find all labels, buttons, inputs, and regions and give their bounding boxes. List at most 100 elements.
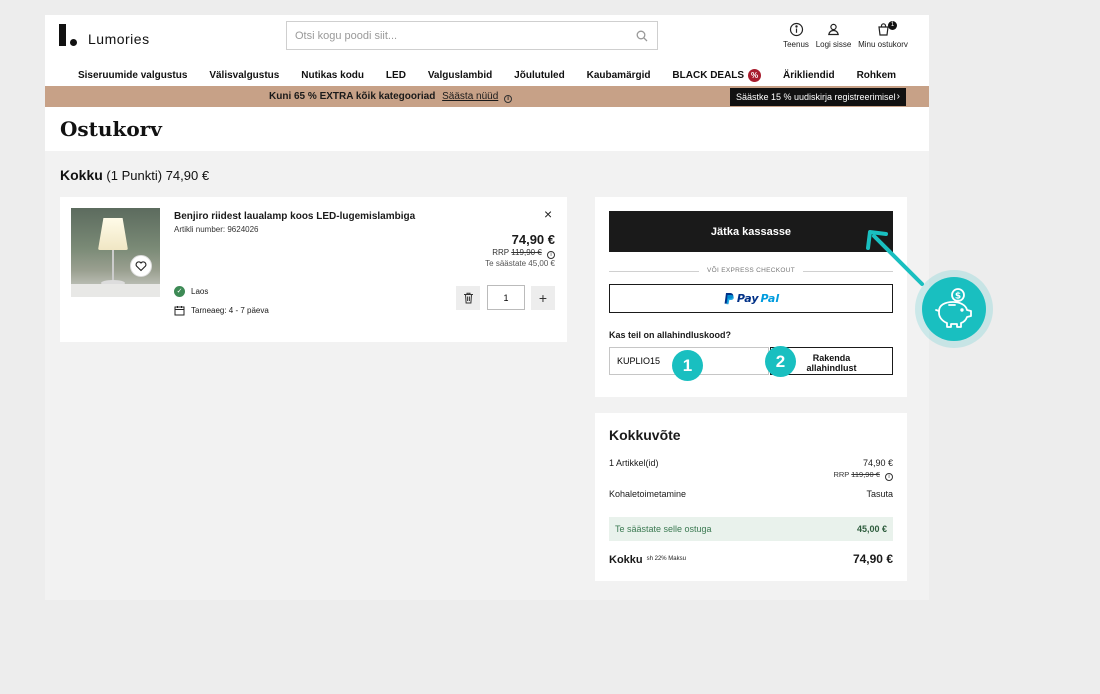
summary-total-label: Kokku (609, 554, 643, 566)
nav-item-black-deals[interactable]: BLACK DEALS% (672, 69, 762, 82)
page-container: Lumories Teenus Logi sisse 1 Minu o (45, 15, 929, 600)
step-2-badge: 2 (765, 346, 796, 377)
summary-total-label-group: Kokku sh 22% Maksu (609, 554, 686, 566)
product-rrp: RRP 119,90 € i (492, 248, 555, 259)
summary-rrp: RRP 119,90 € i (833, 470, 893, 481)
wishlist-button[interactable] (130, 255, 152, 277)
search-input[interactable] (287, 22, 617, 49)
percent-badge-icon: % (748, 69, 762, 82)
summary-shipping-row: Kohaletoimetamine Tasuta (609, 489, 893, 499)
piggy-bank-badge: $ (915, 270, 993, 348)
lumories-logo[interactable]: Lumories (59, 24, 150, 46)
product-name[interactable]: Benjiro riidest laualamp koos LED-lugemi… (174, 211, 415, 222)
summary-items-row: 1 Artikkel(id) 74,90 € (609, 458, 893, 468)
delivery-label: Tarneaeg: 4 - 7 päeva (191, 306, 269, 315)
cart-total-value: 74,90 € (165, 168, 210, 183)
nav-item-brands[interactable]: Kaubamärgid (587, 70, 651, 81)
cart-total-label: Kokku (60, 167, 103, 183)
check-icon: ✓ (174, 286, 185, 297)
title-area: Ostukorv (45, 107, 929, 151)
table-shape (71, 284, 160, 297)
nav-item-more[interactable]: Rohkem (857, 70, 896, 81)
search-icon[interactable] (636, 30, 648, 42)
login-link[interactable]: Logi sisse (815, 22, 852, 49)
continue-to-checkout-button[interactable]: Jätka kassasse (609, 211, 893, 252)
nav-item-light-bulbs[interactable]: Valguslambid (428, 70, 492, 81)
black-deals-label: BLACK DEALS (672, 70, 745, 81)
pointer-arrow-icon (866, 230, 924, 286)
product-image[interactable] (71, 208, 160, 297)
summary-title: Kokkuvõte (609, 427, 681, 443)
login-label: Logi sisse (815, 40, 852, 49)
logo-dot (70, 39, 77, 46)
step-1-badge: 1 (672, 350, 703, 381)
page-title: Ostukorv (60, 117, 162, 141)
trash-icon (463, 292, 473, 304)
quantity-increase-button[interactable]: + (531, 286, 555, 310)
cart-total-count: (1 Punkti) (106, 168, 163, 183)
summary-shipping-label: Kohaletoimetamine (609, 489, 687, 499)
info-icon (789, 22, 803, 37)
summary-rrp-value: 119,90 € (851, 470, 880, 479)
nav-item-outdoor-lighting[interactable]: Välisvalgustus (209, 70, 279, 81)
product-sku: Artikli number: 9624026 (174, 225, 259, 234)
piggy-bank-circle: $ (922, 277, 986, 341)
apply-discount-label-2: allahindlust (806, 362, 857, 373)
summary-tax-label: sh 22% Maksu (646, 556, 686, 562)
paypal-text-pal: Pal (760, 292, 780, 305)
summary-savings-value: 45,00 € (856, 524, 887, 534)
promo-link[interactable]: Säästa nüüd (442, 91, 498, 102)
order-summary-card: Kokkuvõte 1 Artikkel(id) 74,90 € RRP 119… (595, 413, 907, 581)
paypal-button[interactable]: Pay Pal (609, 284, 893, 313)
delete-item-button[interactable] (456, 286, 480, 310)
logo-mark (59, 24, 66, 46)
chevron-right-icon: › (896, 91, 900, 102)
piggy-bank-icon: $ (935, 288, 972, 328)
coupon-label: Kas teil on allahindluskood? (609, 330, 732, 340)
nav-item-indoor-lighting[interactable]: Siseruumide valgustus (78, 70, 187, 81)
lamp-shade-shape (98, 218, 128, 250)
stock-status: ✓ Laos (174, 286, 208, 297)
svg-text:$: $ (955, 292, 961, 302)
newsletter-promo-button[interactable]: Säästke 15 % uudiskirja registreerimisel… (730, 88, 906, 106)
site-header: Lumories Teenus Logi sisse 1 Minu o (45, 15, 929, 86)
summary-shipping-value: Tasuta (866, 489, 893, 499)
stock-label: Laos (191, 287, 209, 296)
promo-info-icon[interactable]: i (504, 95, 513, 103)
calendar-icon (174, 306, 185, 316)
quantity-input[interactable] (487, 285, 525, 310)
cart-count-badge: 1 (888, 21, 897, 30)
heart-icon (135, 261, 147, 272)
logo-text: Lumories (88, 31, 150, 47)
cart-item-card: Benjiro riidest laualamp koos LED-lugemi… (60, 197, 567, 342)
summary-rrp-label: RRP (833, 470, 850, 479)
nav-item-smart-home[interactable]: Nutikas kodu (301, 70, 364, 81)
nav-item-christmas-lights[interactable]: Jõulutuled (514, 70, 565, 81)
product-price: 74,90 € (511, 232, 555, 247)
promo-text: Kuni 65 % EXTRA kõik kategooriad Säästa … (269, 91, 513, 103)
main-nav: Siseruumide valgustus Välisvalgustus Nut… (45, 65, 929, 86)
rrp-value: 119,90 € (511, 248, 542, 257)
summary-items-label: 1 Artikkel(id) (609, 458, 659, 468)
paypal-text-pay: Pay (736, 292, 759, 305)
service-link[interactable]: Teenus (780, 22, 812, 49)
express-checkout-divider: VÕI EXPRESS CHECKOUT (609, 267, 893, 274)
rrp-info-icon[interactable]: i (547, 251, 555, 259)
nav-item-led[interactable]: LED (386, 70, 406, 81)
promo-bar: Kuni 65 % EXTRA kõik kategooriad Säästa … (45, 86, 929, 107)
summary-total-value: 74,90 € (852, 552, 893, 566)
summary-total-row: Kokku sh 22% Maksu 74,90 € (609, 552, 893, 566)
nav-item-business[interactable]: Ärikliendid (783, 70, 835, 81)
user-icon (828, 23, 839, 36)
summary-rrp-info-icon[interactable]: i (885, 473, 893, 481)
summary-items-value: 74,90 € (862, 458, 893, 468)
cart-label: Minu ostukorv (858, 40, 908, 49)
product-savings: Te säästate 45,00 € (485, 259, 555, 268)
cart-link[interactable]: 1 Minu ostukorv (857, 21, 909, 49)
newsletter-promo-label: Säästke 15 % uudiskirja registreerimisel (736, 92, 896, 102)
rrp-label: RRP (492, 248, 509, 257)
remove-item-close-icon[interactable]: × (544, 207, 552, 221)
search-box (286, 21, 658, 50)
delivery-time: Tarneaeg: 4 - 7 päeva (174, 305, 269, 316)
summary-savings-label: Te säästate selle ostuga (615, 524, 712, 534)
